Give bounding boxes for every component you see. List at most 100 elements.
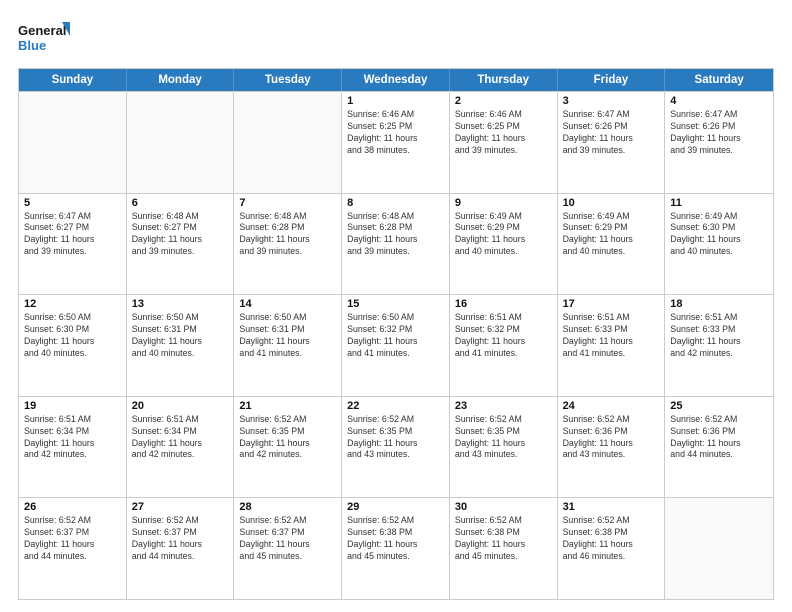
svg-text:Blue: Blue (18, 38, 46, 53)
day-info: Sunrise: 6:47 AM Sunset: 6:27 PM Dayligh… (24, 211, 121, 259)
day-number: 25 (670, 400, 768, 412)
day-number: 17 (563, 298, 660, 310)
day-info: Sunrise: 6:52 AM Sunset: 6:36 PM Dayligh… (670, 414, 768, 462)
calendar-day-17: 17 Sunrise: 6:51 AM Sunset: 6:33 PM Dayli… (558, 295, 666, 396)
calendar-day-18: 18 Sunrise: 6:51 AM Sunset: 6:33 PM Dayli… (665, 295, 773, 396)
day-number: 28 (239, 501, 336, 513)
calendar-header-row: SundayMondayTuesdayWednesdayThursdayFrid… (19, 69, 773, 91)
calendar-empty-4-6 (665, 498, 773, 599)
day-number: 30 (455, 501, 552, 513)
header-cell-monday: Monday (127, 69, 235, 91)
day-info: Sunrise: 6:52 AM Sunset: 6:36 PM Dayligh… (563, 414, 660, 462)
header-cell-tuesday: Tuesday (234, 69, 342, 91)
day-info: Sunrise: 6:48 AM Sunset: 6:28 PM Dayligh… (347, 211, 444, 259)
day-info: Sunrise: 6:52 AM Sunset: 6:38 PM Dayligh… (563, 515, 660, 563)
calendar-day-8: 8Sunrise: 6:48 AM Sunset: 6:28 PM Daylig… (342, 194, 450, 295)
calendar-day-30: 30 Sunrise: 6:52 AM Sunset: 6:38 PM Dayli… (450, 498, 558, 599)
calendar-day-9: 9 Sunrise: 6:49 AM Sunset: 6:29 PM Daylig… (450, 194, 558, 295)
day-info: Sunrise: 6:49 AM Sunset: 6:29 PM Dayligh… (563, 211, 660, 259)
header-cell-wednesday: Wednesday (342, 69, 450, 91)
day-info: Sunrise: 6:47 AM Sunset: 6:26 PM Dayligh… (563, 109, 660, 157)
day-number: 18 (670, 298, 768, 310)
day-info: Sunrise: 6:50 AM Sunset: 6:32 PM Dayligh… (347, 312, 444, 360)
day-info: Sunrise: 6:51 AM Sunset: 6:34 PM Dayligh… (132, 414, 229, 462)
calendar-day-24: 24 Sunrise: 6:52 AM Sunset: 6:36 PM Dayli… (558, 397, 666, 498)
day-info: Sunrise: 6:52 AM Sunset: 6:38 PM Dayligh… (455, 515, 552, 563)
day-number: 19 (24, 400, 121, 412)
calendar-day-26: 26Sunrise: 6:52 AM Sunset: 6:37 PM Dayli… (19, 498, 127, 599)
day-info: Sunrise: 6:49 AM Sunset: 6:29 PM Dayligh… (455, 211, 552, 259)
calendar-day-4: 4 Sunrise: 6:47 AM Sunset: 6:26 PM Daylig… (665, 92, 773, 193)
calendar-week-5: 26Sunrise: 6:52 AM Sunset: 6:37 PM Dayli… (19, 497, 773, 599)
calendar-day-27: 27 Sunrise: 6:52 AM Sunset: 6:37 PM Dayli… (127, 498, 235, 599)
calendar-day-21: 21 Sunrise: 6:52 AM Sunset: 6:35 PM Dayli… (234, 397, 342, 498)
day-number: 13 (132, 298, 229, 310)
calendar-day-31: 31 Sunrise: 6:52 AM Sunset: 6:38 PM Dayli… (558, 498, 666, 599)
day-info: Sunrise: 6:52 AM Sunset: 6:35 PM Dayligh… (455, 414, 552, 462)
calendar-day-29: 29Sunrise: 6:52 AM Sunset: 6:38 PM Dayli… (342, 498, 450, 599)
day-info: Sunrise: 6:49 AM Sunset: 6:30 PM Dayligh… (670, 211, 768, 259)
day-info: Sunrise: 6:47 AM Sunset: 6:26 PM Dayligh… (670, 109, 768, 157)
day-info: Sunrise: 6:50 AM Sunset: 6:31 PM Dayligh… (132, 312, 229, 360)
calendar-week-2: 5 Sunrise: 6:47 AM Sunset: 6:27 PM Daylig… (19, 193, 773, 295)
day-info: Sunrise: 6:52 AM Sunset: 6:37 PM Dayligh… (24, 515, 121, 563)
day-number: 27 (132, 501, 229, 513)
day-number: 7 (239, 197, 336, 209)
day-number: 16 (455, 298, 552, 310)
calendar-day-14: 14Sunrise: 6:50 AM Sunset: 6:31 PM Dayli… (234, 295, 342, 396)
calendar-body: 1 Sunrise: 6:46 AM Sunset: 6:25 PM Daylig… (19, 91, 773, 599)
day-info: Sunrise: 6:52 AM Sunset: 6:37 PM Dayligh… (132, 515, 229, 563)
calendar-day-12: 12Sunrise: 6:50 AM Sunset: 6:30 PM Dayli… (19, 295, 127, 396)
calendar-day-6: 6 Sunrise: 6:48 AM Sunset: 6:27 PM Daylig… (127, 194, 235, 295)
header-cell-friday: Friday (558, 69, 666, 91)
day-info: Sunrise: 6:51 AM Sunset: 6:34 PM Dayligh… (24, 414, 121, 462)
day-info: Sunrise: 6:46 AM Sunset: 6:25 PM Dayligh… (347, 109, 444, 157)
calendar-day-22: 22Sunrise: 6:52 AM Sunset: 6:35 PM Dayli… (342, 397, 450, 498)
day-info: Sunrise: 6:51 AM Sunset: 6:33 PM Dayligh… (563, 312, 660, 360)
calendar-day-7: 7 Sunrise: 6:48 AM Sunset: 6:28 PM Daylig… (234, 194, 342, 295)
day-number: 29 (347, 501, 444, 513)
calendar: SundayMondayTuesdayWednesdayThursdayFrid… (18, 68, 774, 600)
logo-svg: General Blue (18, 18, 70, 58)
day-info: Sunrise: 6:51 AM Sunset: 6:33 PM Dayligh… (670, 312, 768, 360)
day-info: Sunrise: 6:52 AM Sunset: 6:37 PM Dayligh… (239, 515, 336, 563)
calendar-day-11: 11 Sunrise: 6:49 AM Sunset: 6:30 PM Dayli… (665, 194, 773, 295)
day-number: 9 (455, 197, 552, 209)
calendar-day-20: 20 Sunrise: 6:51 AM Sunset: 6:34 PM Dayli… (127, 397, 235, 498)
day-number: 2 (455, 95, 552, 107)
day-number: 12 (24, 298, 121, 310)
calendar-empty-0-0 (19, 92, 127, 193)
day-number: 23 (455, 400, 552, 412)
day-info: Sunrise: 6:52 AM Sunset: 6:35 PM Dayligh… (239, 414, 336, 462)
page: General Blue SundayMondayTuesdayWednesda… (0, 0, 792, 612)
day-number: 21 (239, 400, 336, 412)
day-info: Sunrise: 6:48 AM Sunset: 6:28 PM Dayligh… (239, 211, 336, 259)
calendar-week-1: 1 Sunrise: 6:46 AM Sunset: 6:25 PM Daylig… (19, 91, 773, 193)
day-number: 22 (347, 400, 444, 412)
header-cell-sunday: Sunday (19, 69, 127, 91)
day-number: 1 (347, 95, 444, 107)
day-number: 31 (563, 501, 660, 513)
calendar-empty-0-1 (127, 92, 235, 193)
day-info: Sunrise: 6:48 AM Sunset: 6:27 PM Dayligh… (132, 211, 229, 259)
logo: General Blue (18, 18, 70, 58)
day-number: 24 (563, 400, 660, 412)
calendar-day-3: 3 Sunrise: 6:47 AM Sunset: 6:26 PM Daylig… (558, 92, 666, 193)
day-number: 6 (132, 197, 229, 209)
day-number: 4 (670, 95, 768, 107)
calendar-day-28: 28 Sunrise: 6:52 AM Sunset: 6:37 PM Dayli… (234, 498, 342, 599)
calendar-day-15: 15 Sunrise: 6:50 AM Sunset: 6:32 PM Dayli… (342, 295, 450, 396)
header-cell-saturday: Saturday (665, 69, 773, 91)
calendar-week-4: 19 Sunrise: 6:51 AM Sunset: 6:34 PM Dayli… (19, 396, 773, 498)
day-number: 11 (670, 197, 768, 209)
calendar-day-2: 2 Sunrise: 6:46 AM Sunset: 6:25 PM Daylig… (450, 92, 558, 193)
day-number: 15 (347, 298, 444, 310)
day-number: 20 (132, 400, 229, 412)
day-number: 5 (24, 197, 121, 209)
day-number: 3 (563, 95, 660, 107)
day-info: Sunrise: 6:50 AM Sunset: 6:31 PM Dayligh… (239, 312, 336, 360)
calendar-day-13: 13 Sunrise: 6:50 AM Sunset: 6:31 PM Dayli… (127, 295, 235, 396)
day-info: Sunrise: 6:46 AM Sunset: 6:25 PM Dayligh… (455, 109, 552, 157)
calendar-empty-0-2 (234, 92, 342, 193)
calendar-day-1: 1 Sunrise: 6:46 AM Sunset: 6:25 PM Daylig… (342, 92, 450, 193)
